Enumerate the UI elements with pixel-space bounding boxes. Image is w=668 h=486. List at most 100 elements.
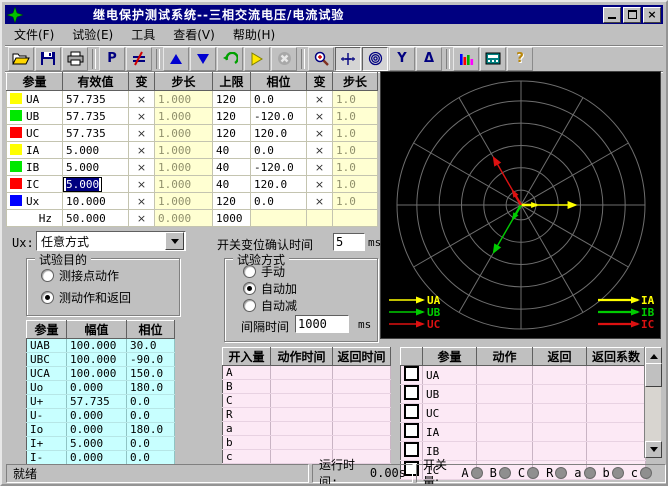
menu-help[interactable]: 帮助(H) [224,24,284,45]
checkbox[interactable] [404,366,419,381]
confirm-time-input[interactable] [333,233,365,251]
limit-cell[interactable]: 120 [213,108,251,125]
limit-cell[interactable]: 120 [213,193,251,210]
step-cell[interactable]: 0.000 [155,210,213,227]
phase-cell[interactable]: 0.0 [251,142,307,159]
value-cell[interactable]: 57.735 [63,108,129,125]
step-up-button[interactable] [163,47,189,71]
p-marker-button[interactable]: P [99,47,125,71]
radio-option-auto-increase[interactable]: 自动加 [243,280,297,297]
value-cell-editing[interactable]: 5.000 [63,176,129,193]
radio-option-manual[interactable]: 手动 [243,263,285,280]
vary-cell[interactable]: × [307,142,333,159]
vary-cell[interactable]: × [129,159,155,176]
menu-file[interactable]: 文件(F) [5,24,63,45]
limit-cell[interactable]: 40 [213,142,251,159]
radio-icon[interactable] [41,291,54,304]
value-cell[interactable]: 50.000 [63,210,129,227]
dropdown-button[interactable] [165,232,184,250]
phase-step-cell[interactable]: 1.0 [333,91,378,108]
waveform-button[interactable] [453,47,479,71]
limit-cell[interactable]: 120 [213,125,251,142]
vary-cell[interactable]: × [307,125,333,142]
interval-input[interactable] [295,315,349,333]
run-button[interactable] [244,47,270,71]
radio-option-contact-action[interactable]: 测接点动作 [41,267,119,284]
step-cell[interactable]: 1.000 [155,176,213,193]
radio-icon[interactable] [243,265,256,278]
step-down-button[interactable] [190,47,216,71]
checkbox[interactable] [404,442,419,457]
vary-cell[interactable]: × [307,176,333,193]
help-button[interactable]: ? [507,47,533,71]
vary-cell[interactable]: × [307,108,333,125]
phase-step-cell[interactable]: 1.0 [333,125,378,142]
close-button[interactable]: × [643,7,661,23]
step-cell[interactable]: 1.000 [155,125,213,142]
phase-cell[interactable]: 120.0 [251,176,307,193]
reset-button[interactable] [217,47,243,71]
step-cell[interactable]: 1.000 [155,159,213,176]
vary-cell[interactable]: × [307,91,333,108]
stop-button[interactable] [271,47,297,71]
menu-view[interactable]: 查看(V) [164,24,224,45]
value-cell[interactable]: 57.735 [63,125,129,142]
menu-tools[interactable]: 工具 [122,24,164,45]
phase-step-cell[interactable]: 1.0 [333,108,378,125]
vary-cell[interactable]: × [307,193,333,210]
ux-mode-dropdown[interactable]: 任意方式 [36,231,186,251]
phasor-edit-button[interactable] [126,47,152,71]
vertical-scrollbar[interactable] [644,347,661,458]
checkbox[interactable] [404,385,419,400]
scrollbar-thumb[interactable] [645,363,662,387]
limit-cell[interactable]: 120 [213,91,251,108]
menu-test[interactable]: 试验(E) [63,24,122,45]
phase-cell[interactable]: -120.0 [251,159,307,176]
step-cell[interactable]: 1.000 [155,108,213,125]
radio-icon[interactable] [243,299,256,312]
vary-cell[interactable]: × [129,193,155,210]
value-cell[interactable]: 5.000 [63,159,129,176]
value-cell[interactable]: 5.000 [63,142,129,159]
phase-step-cell[interactable]: 1.0 [333,176,378,193]
limit-cell[interactable]: 40 [213,176,251,193]
vary-cell[interactable]: × [129,108,155,125]
value-cell[interactable]: 57.735 [63,91,129,108]
vary-cell[interactable]: × [307,159,333,176]
title-bar[interactable]: 继电保护测试系统--三相交流电压/电流试验 × [5,5,663,24]
delta-button[interactable]: Δ [416,47,442,71]
step-cell[interactable]: 1.000 [155,91,213,108]
value-cell[interactable]: 10.000 [63,193,129,210]
phase-step-cell[interactable]: 1.0 [333,142,378,159]
wye-button[interactable]: Y [389,47,415,71]
minimize-button[interactable] [603,7,621,23]
calculator-button[interactable] [480,47,506,71]
scroll-up-button[interactable] [645,347,662,364]
print-button[interactable] [62,47,88,71]
step-cell[interactable]: 1.000 [155,142,213,159]
phase-cell[interactable]: 0.0 [251,91,307,108]
vary-cell[interactable]: × [129,142,155,159]
step-cell[interactable]: 1.000 [155,193,213,210]
radio-icon[interactable] [41,269,54,282]
limit-cell[interactable]: 40 [213,159,251,176]
axes-button[interactable] [335,47,361,71]
phase-step-cell[interactable]: 1.0 [333,159,378,176]
vary-cell[interactable]: × [129,91,155,108]
vary-cell[interactable]: × [129,210,155,227]
limit-cell[interactable]: 1000 [213,210,251,227]
vary-cell[interactable]: × [129,125,155,142]
phase-cell[interactable]: 120.0 [251,125,307,142]
polar-grid-button[interactable] [362,47,388,71]
maximize-button[interactable] [623,7,641,23]
save-button[interactable] [35,47,61,71]
vary-cell[interactable]: × [129,176,155,193]
radio-option-action-return[interactable]: 测动作和返回 [41,289,131,306]
value-editor[interactable]: 5.000 [63,177,102,192]
radio-option-auto-decrease[interactable]: 自动减 [243,297,297,314]
phase-cell[interactable]: 0.0 [251,193,307,210]
checkbox[interactable] [404,404,419,419]
checkbox[interactable] [404,423,419,438]
phase-step-cell[interactable]: 1.0 [333,193,378,210]
radio-icon[interactable] [243,282,256,295]
